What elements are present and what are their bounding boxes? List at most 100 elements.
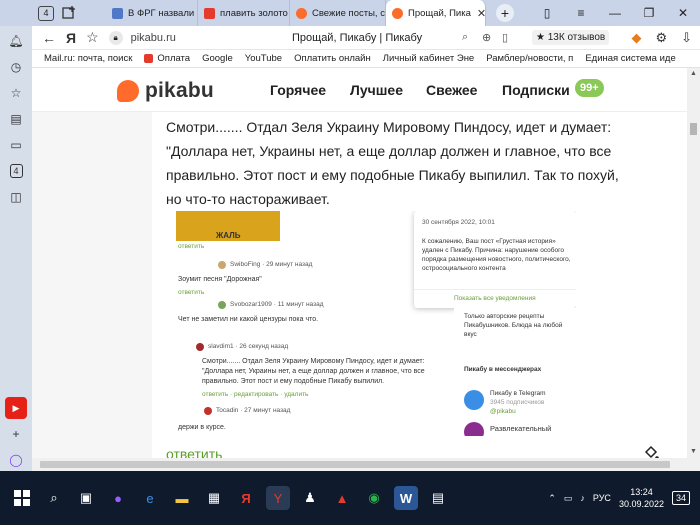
collections-icon[interactable]: ▤ xyxy=(5,108,27,130)
maximize-icon[interactable]: ❐ xyxy=(632,6,666,20)
tab-bar: 4 В ФРГ назвали « плавить золото Свежие … xyxy=(0,0,700,26)
telegram-subscribers: 3945 подписчиков xyxy=(490,399,545,406)
tray-arrow-icon[interactable]: ⌃ xyxy=(548,493,556,504)
nav-fresh[interactable]: Свежее xyxy=(426,82,477,98)
store-icon[interactable]: ▦ xyxy=(202,486,226,510)
logo-text: pikabu xyxy=(145,79,214,102)
yandex-taskbar-icon[interactable]: Я xyxy=(234,486,258,510)
image-comment-text: Зоумит песня "Дорожная" xyxy=(178,276,262,283)
download-icon[interactable]: ⇩ xyxy=(681,30,692,46)
horizontal-scrollbar[interactable] xyxy=(32,458,687,471)
yandex-logo-icon[interactable]: Я xyxy=(66,30,76,46)
bookmark-mailru[interactable]: Mail.ru: почта, поиск xyxy=(44,53,132,64)
alice-taskbar-icon[interactable]: ● xyxy=(106,486,130,510)
tab-search[interactable]: плавить золото xyxy=(198,0,290,26)
horizontal-scrollbar-thumb[interactable] xyxy=(40,461,670,468)
app-icon[interactable]: ▤ xyxy=(426,486,450,510)
pdf-icon[interactable]: ▲ xyxy=(330,486,354,510)
entertainment-icon xyxy=(464,422,484,436)
messengers-heading: Пикабу в мессенджерах xyxy=(464,366,542,373)
search-icon[interactable]: ⌕ xyxy=(42,486,66,510)
image-notification: 30 сентября 2022, 10:01 К сожалению, Ваш… xyxy=(414,211,576,308)
file-explorer-icon[interactable]: ▬ xyxy=(170,486,194,510)
telegram-handle: @pikabu xyxy=(490,408,516,415)
menu-icon[interactable]: ≡ xyxy=(564,6,598,20)
pikabu-logo[interactable]: pikabu xyxy=(117,79,214,103)
page-title: Прощай, Пикабу | Пикабу xyxy=(292,31,423,44)
word-icon[interactable]: W xyxy=(394,486,418,510)
user-avatar xyxy=(196,343,204,351)
metamask-icon[interactable]: ◆ xyxy=(631,30,641,46)
bookmark-add-icon[interactable]: ☆ xyxy=(86,29,99,46)
payment-icon xyxy=(144,54,154,63)
bookmark-page-icon[interactable]: ▯ xyxy=(502,31,508,44)
image-caption: ЖАЛЬ xyxy=(216,231,241,240)
new-tab-icon[interactable] xyxy=(62,6,76,20)
whatsapp-icon[interactable]: ◉ xyxy=(362,486,386,510)
tabs-count-icon[interactable]: 4 xyxy=(9,164,23,178)
tab-label: Прощай, Пика xyxy=(408,7,471,19)
scroll-up-icon[interactable]: ▲ xyxy=(690,70,697,77)
bookmark-youtube[interactable]: YouTube xyxy=(245,53,282,64)
alice-icon[interactable]: ◯ xyxy=(5,449,27,471)
close-icon[interactable]: ✕ xyxy=(477,7,485,20)
bookmark-label: Google xyxy=(202,53,233,64)
notification-center-icon[interactable]: 34 xyxy=(671,491,690,505)
person-icon[interactable]: ♟ xyxy=(298,486,322,510)
bookmark-cabinet[interactable]: Личный кабинет Эне xyxy=(383,53,474,64)
bookmark-label: Mail.ru: почта, поиск xyxy=(44,53,133,64)
language-indicator[interactable]: РУС xyxy=(593,493,611,503)
task-view-icon[interactable]: ▣ xyxy=(74,486,98,510)
translate-icon[interactable]: ⊕ xyxy=(482,31,491,44)
bell-icon[interactable]: 🔔︎ xyxy=(5,30,27,52)
notes-icon[interactable]: ▭ xyxy=(5,134,27,156)
extensions-icon[interactable]: ⚙︎ xyxy=(655,30,667,46)
vertical-scrollbar[interactable]: ▲ ▼ xyxy=(687,68,700,471)
scroll-down-icon[interactable]: ▼ xyxy=(690,448,697,455)
new-tab-button[interactable]: + xyxy=(496,4,514,22)
screenshot-icon[interactable]: ◫ xyxy=(5,186,27,208)
image-username: slavdim1 · 26 секунд назад xyxy=(208,343,289,350)
tab-news[interactable]: В ФРГ назвали « xyxy=(106,0,198,26)
nav-best[interactable]: Лучшее xyxy=(350,82,403,98)
web-page: pikabu Горячее Лучшее Свежее Подписки 99… xyxy=(32,68,687,471)
image-comment-text: Чет не заметил ни какой цензуры пока что… xyxy=(178,316,319,323)
scrollbar-thumb[interactable] xyxy=(690,123,697,135)
pikabu-logo-icon xyxy=(117,80,139,102)
tab-fresh-posts[interactable]: Свежие посты, с xyxy=(290,0,386,26)
yandex-icon xyxy=(204,7,215,19)
date: 30.09.2022 xyxy=(618,499,664,509)
back-icon[interactable]: ← xyxy=(42,30,56,46)
nav-hot[interactable]: Горячее xyxy=(270,82,326,98)
toolbar-right: ◆ ⚙︎ ⇩ xyxy=(631,30,692,46)
bookmark-esia[interactable]: Единая система иде xyxy=(585,53,675,64)
clock[interactable]: 13:24 30.09.2022 xyxy=(619,486,664,510)
post-content: Смотри....... Отдал Зеля Украину Мировом… xyxy=(152,112,687,471)
nav-subscriptions[interactable]: Подписки xyxy=(502,82,570,98)
network-icon[interactable]: ▭ xyxy=(564,493,573,504)
yandex-browser-icon[interactable]: Y xyxy=(266,486,290,510)
history-icon[interactable]: ◷ xyxy=(5,56,27,78)
tab-count-button[interactable]: 4 xyxy=(38,5,54,21)
reviews-badge[interactable]: ★ 13К отзывов xyxy=(532,30,610,45)
lock-icon[interactable]: 🔒︎ xyxy=(108,30,123,45)
zoom-icon[interactable]: ⌕ xyxy=(462,31,468,44)
bookmark-label: Oплата xyxy=(157,53,191,64)
bookmark-icon[interactable]: ▯ xyxy=(530,6,564,20)
windows-start-icon[interactable] xyxy=(10,486,34,510)
bookmark-rambler[interactable]: Рамблер/новости, п xyxy=(486,53,573,64)
volume-icon[interactable]: ♪ xyxy=(580,493,585,503)
minimize-icon[interactable]: — xyxy=(598,6,632,20)
edge-icon[interactable]: e xyxy=(138,486,162,510)
url-field[interactable]: pikabu.ru xyxy=(131,32,176,44)
tab-active-post[interactable]: Прощай, Пика ✕ xyxy=(386,0,486,26)
close-window-icon[interactable]: ✕ xyxy=(666,6,700,20)
add-icon[interactable]: + xyxy=(5,423,27,445)
notification-text: К сожалению, Ваш пост «Грустная история»… xyxy=(422,238,571,272)
bookmark-pay-online[interactable]: Оплатить онлайн xyxy=(294,53,371,64)
bookmark-payment[interactable]: Oплата xyxy=(144,53,190,64)
bookmark-google[interactable]: Google xyxy=(202,53,233,64)
youtube-icon[interactable]: ▶ xyxy=(5,397,27,419)
star-icon[interactable]: ☆ xyxy=(5,82,27,104)
image-reply-link: ответить xyxy=(178,289,205,296)
